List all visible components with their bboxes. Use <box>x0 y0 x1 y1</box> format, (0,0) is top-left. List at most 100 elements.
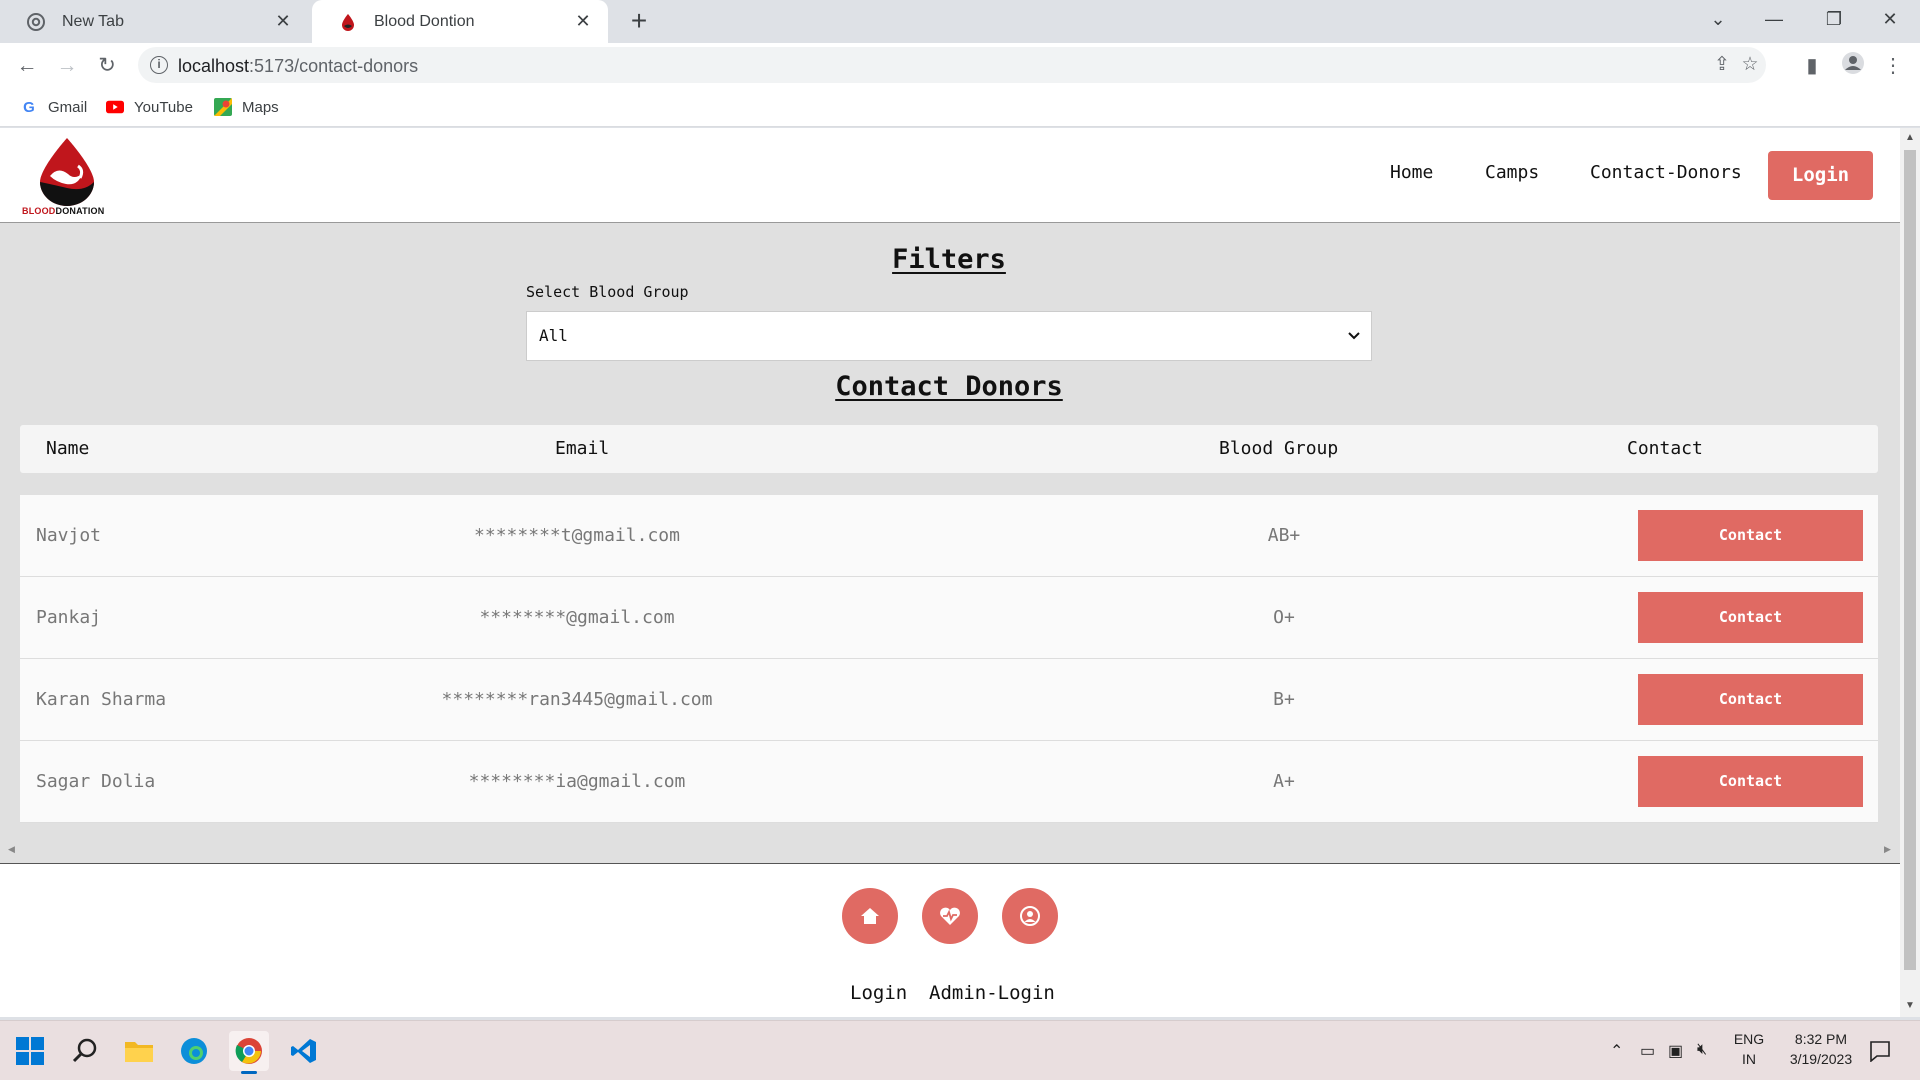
url-text: localhost:5173/contact-donors <box>178 56 419 76</box>
close-tab-icon[interactable]: ✕ <box>272 10 294 32</box>
table-header: Name Email Blood Group Contact <box>20 425 1878 473</box>
donors-table-body: Navjot ********t@gmail.com AB+ Contact P… <box>20 495 1878 823</box>
contact-button[interactable]: Contact <box>1638 756 1863 807</box>
network-icon[interactable]: ▣ <box>1668 1041 1683 1061</box>
bookmark-label: YouTube <box>134 98 193 116</box>
contact-donors-title: Contact Donors <box>835 371 1063 402</box>
bookmark-youtube[interactable]: YouTube <box>106 96 193 118</box>
donor-name: Navjot <box>36 525 102 546</box>
contact-button[interactable]: Contact <box>1638 592 1863 643</box>
donor-blood-group: O+ <box>1273 607 1295 628</box>
bookmarks-bar: G Gmail YouTube Maps <box>0 87 1920 127</box>
close-tab-icon[interactable]: ✕ <box>572 10 594 32</box>
header-name: Name <box>46 438 90 459</box>
profile-icon[interactable] <box>1838 51 1868 81</box>
language-indicator[interactable]: ENG IN <box>1731 1031 1767 1067</box>
browser-toolbar: ← → ↻ i localhost:5173/contact-donors ⇪ … <box>0 43 1920 87</box>
vscode-icon[interactable] <box>284 1031 324 1071</box>
edge-browser-icon[interactable] <box>174 1031 214 1071</box>
chevron-up-icon[interactable]: ⌃ <box>1610 1041 1623 1061</box>
tab-new-tab[interactable]: New Tab ✕ <box>0 0 308 43</box>
active-indicator <box>241 1071 257 1074</box>
chrome-taskbar-icon[interactable] <box>229 1031 269 1074</box>
donor-email: ********ran3445@gmail.com <box>441 689 713 710</box>
menu-icon[interactable]: ⋮ <box>1878 51 1908 81</box>
windows-start-icon[interactable] <box>10 1031 50 1071</box>
file-explorer-icon[interactable] <box>119 1031 159 1071</box>
region-code: IN <box>1742 1051 1756 1067</box>
search-icon[interactable] <box>65 1031 105 1071</box>
scroll-right-arrow-icon[interactable]: ▶ <box>1884 844 1891 855</box>
lang-code: ENG <box>1733 1031 1765 1047</box>
youtube-icon <box>106 98 124 116</box>
heartbeat-icon[interactable] <box>922 888 978 944</box>
bookmark-label: Maps <box>242 98 279 116</box>
donor-email: ********ia@gmail.com <box>468 771 686 792</box>
footer-login-link[interactable]: Login <box>850 982 907 1004</box>
battery-icon[interactable]: ▭ <box>1640 1041 1655 1061</box>
address-bar[interactable]: i localhost:5173/contact-donors ⇪ ☆ <box>138 47 1766 83</box>
scrollbar-thumb[interactable] <box>1904 150 1916 970</box>
blood-donation-logo[interactable]: BLOODDONATION <box>22 136 112 218</box>
table-row: Karan Sharma ********ran3445@gmail.com B… <box>20 659 1878 741</box>
scroll-down-arrow-icon[interactable]: ▼ <box>1900 1000 1920 1011</box>
header-contact: Contact <box>1627 438 1703 459</box>
clock-date: 3/19/2023 <box>1789 1051 1853 1067</box>
scroll-up-arrow-icon[interactable]: ▲ <box>1900 132 1920 143</box>
scroll-left-arrow-icon[interactable]: ◀ <box>8 844 15 855</box>
browser-tab-bar: New Tab ✕ Blood Dontion ✕ + ⌄ — ❐ ✕ <box>0 0 1920 43</box>
share-icon[interactable]: ⇪ <box>1710 53 1734 77</box>
filters-title: Filters <box>892 244 1006 275</box>
reload-button[interactable]: ↻ <box>92 51 122 81</box>
bookmark-gmail[interactable]: G Gmail <box>20 96 87 118</box>
minimize-button[interactable]: — <box>1746 0 1802 40</box>
donor-name: Sagar Dolia <box>36 771 156 792</box>
home-icon[interactable] <box>842 888 898 944</box>
chevron-down-icon <box>1347 312 1361 379</box>
header-email: Email <box>555 438 610 459</box>
new-tab-button[interactable]: + <box>624 6 654 36</box>
blood-drop-favicon-icon <box>338 12 357 31</box>
side-panel-icon[interactable]: ▮ <box>1797 51 1827 81</box>
clock[interactable]: 8:32 PM 3/19/2023 <box>1776 1031 1866 1067</box>
blood-group-label: Select Blood Group <box>526 283 689 301</box>
donor-name: Pankaj <box>36 607 102 628</box>
tab-search-icon[interactable]: ⌄ <box>1690 0 1746 40</box>
maps-icon <box>214 98 232 116</box>
notification-icon[interactable] <box>1860 1031 1900 1071</box>
bookmark-maps[interactable]: Maps <box>214 96 279 118</box>
donor-blood-group: A+ <box>1273 771 1295 792</box>
table-row: Navjot ********t@gmail.com AB+ Contact <box>20 495 1878 577</box>
nav-camps[interactable]: Camps <box>1485 162 1539 183</box>
restore-button[interactable]: ❐ <box>1806 0 1862 40</box>
table-row: Pankaj ********@gmail.com O+ Contact <box>20 577 1878 659</box>
tab-blood-donation[interactable]: Blood Dontion ✕ <box>312 0 608 43</box>
close-window-button[interactable]: ✕ <box>1862 0 1918 40</box>
contact-button[interactable]: Contact <box>1638 674 1863 725</box>
tab-title: Blood Dontion <box>374 12 475 30</box>
os-taskbar: ⌃ ▭ ▣ 🔇︎ ENG IN 8:32 PM 3/19/2023 <box>0 1020 1920 1080</box>
tab-title: New Tab <box>62 12 124 30</box>
select-value: All <box>539 326 568 345</box>
forward-button[interactable]: → <box>52 51 82 81</box>
page-viewport: BLOODDONATION Home Camps Contact-Donors … <box>0 128 1900 1017</box>
donor-email: ********t@gmail.com <box>474 525 680 546</box>
contact-button[interactable]: Contact <box>1638 510 1863 561</box>
horizontal-scrollbar[interactable]: ◀ ▶ <box>0 842 1900 860</box>
blood-group-select[interactable]: All <box>526 311 1372 361</box>
site-info-icon[interactable]: i <box>150 56 168 74</box>
vertical-scrollbar[interactable]: ▲ ▼ <box>1900 128 1920 1017</box>
table-row: Sagar Dolia ********ia@gmail.com A+ Cont… <box>20 741 1878 823</box>
logo-text: BLOODDONATION <box>22 206 105 216</box>
nav-home[interactable]: Home <box>1390 162 1433 183</box>
bookmark-star-icon[interactable]: ☆ <box>1738 53 1762 77</box>
nav-contact-donors[interactable]: Contact-Donors <box>1590 162 1742 183</box>
speaker-muted-icon[interactable]: 🔇︎ <box>1697 1041 1707 1059</box>
footer-admin-login-link[interactable]: Admin-Login <box>929 982 1055 1004</box>
back-button[interactable]: ← <box>12 51 42 81</box>
bookmark-label: Gmail <box>48 98 88 116</box>
login-button[interactable]: Login <box>1768 151 1873 200</box>
donor-blood-group: AB+ <box>1267 525 1301 546</box>
chrome-icon <box>26 12 45 31</box>
user-icon[interactable] <box>1002 888 1058 944</box>
